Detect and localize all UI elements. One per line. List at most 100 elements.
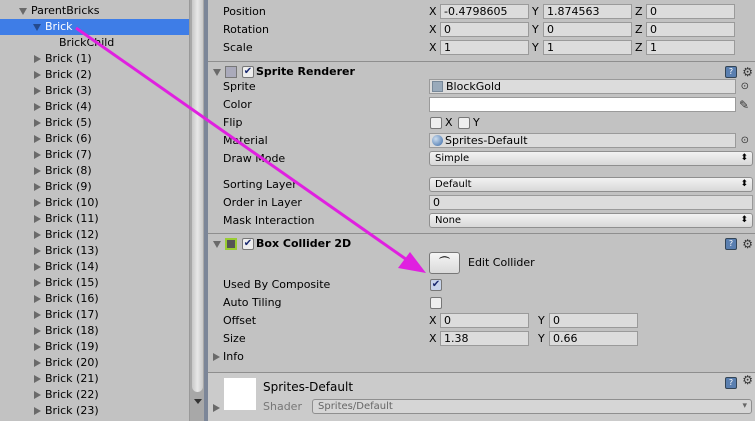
hierarchy-item-parentbricks[interactable]: ParentBricks: [0, 3, 189, 19]
hierarchy-item[interactable]: Brick (22): [0, 387, 189, 403]
expand-arrow-icon[interactable]: [213, 353, 220, 361]
box-collider-header[interactable]: ✔ Box Collider 2D ? ⚙: [208, 233, 755, 253]
offset-y-input[interactable]: 0: [549, 313, 638, 328]
expand-arrow-icon[interactable]: [34, 231, 41, 239]
hierarchy-item[interactable]: Brick (14): [0, 259, 189, 275]
expand-arrow-icon[interactable]: [34, 87, 41, 95]
hierarchy-item[interactable]: Brick (16): [0, 291, 189, 307]
sprite-field[interactable]: BlockGold: [429, 79, 736, 94]
edit-collider-button[interactable]: ⏜: [429, 252, 460, 274]
object-picker-icon[interactable]: ⊙: [741, 132, 749, 150]
position-y-input[interactable]: 1.874563: [543, 4, 632, 19]
field-label: Scale: [223, 41, 253, 54]
eyedropper-icon[interactable]: ✎: [739, 96, 749, 114]
collapse-arrow-icon[interactable]: [213, 241, 221, 248]
rotation-z-input[interactable]: 0: [646, 22, 735, 37]
field-label: Order in Layer: [223, 196, 302, 209]
scroll-down-arrow-icon[interactable]: [194, 399, 202, 404]
sorting-layer-dropdown[interactable]: Default ⬍: [429, 177, 753, 192]
draw-mode-dropdown[interactable]: Simple ⬍: [429, 151, 753, 166]
hierarchy-item[interactable]: Brick (3): [0, 83, 189, 99]
hierarchy-item[interactable]: Brick (20): [0, 355, 189, 371]
hierarchy-item[interactable]: Brick (15): [0, 275, 189, 291]
size-x-input[interactable]: 1.38: [440, 331, 529, 346]
expand-arrow-icon[interactable]: [34, 391, 41, 399]
order-in-layer-input[interactable]: 0: [429, 195, 753, 210]
expand-arrow-icon[interactable]: [33, 24, 41, 31]
flip-x-checkbox[interactable]: [430, 117, 442, 129]
scrollbar-thumb[interactable]: [192, 0, 203, 392]
help-icon[interactable]: ?: [725, 377, 737, 389]
expand-arrow-icon[interactable]: [34, 343, 41, 351]
hierarchy-item[interactable]: Brick (19): [0, 339, 189, 355]
collapse-arrow-icon[interactable]: [213, 69, 221, 76]
hierarchy-item[interactable]: Brick (5): [0, 115, 189, 131]
expand-arrow-icon[interactable]: [34, 199, 41, 207]
mask-interaction-dropdown[interactable]: None ⬍: [429, 213, 753, 228]
expand-arrow-icon[interactable]: [34, 263, 41, 271]
position-z-input[interactable]: 0: [646, 4, 735, 19]
help-icon[interactable]: ?: [725, 66, 737, 78]
expand-arrow-icon[interactable]: [34, 407, 41, 415]
size-y-input[interactable]: 0.66: [549, 331, 638, 346]
hierarchy-item[interactable]: Brick (12): [0, 227, 189, 243]
gear-icon[interactable]: ⚙: [742, 234, 753, 254]
expand-arrow-icon[interactable]: [34, 55, 41, 63]
hierarchy-item-brick-selected[interactable]: Brick: [0, 19, 189, 35]
color-field[interactable]: [429, 97, 736, 112]
hierarchy-item[interactable]: Brick (4): [0, 99, 189, 115]
expand-arrow-icon[interactable]: [34, 135, 41, 143]
hierarchy-item[interactable]: Brick (13): [0, 243, 189, 259]
info-foldout[interactable]: Info: [208, 348, 755, 366]
expand-arrow-icon[interactable]: [34, 183, 41, 191]
position-x-input[interactable]: -0.4798605: [440, 4, 529, 19]
expand-arrow-icon[interactable]: [34, 103, 41, 111]
expand-arrow-icon[interactable]: [34, 295, 41, 303]
hierarchy-item[interactable]: Brick (10): [0, 195, 189, 211]
shader-dropdown[interactable]: Sprites/Default ▾: [312, 399, 752, 414]
scale-z-input[interactable]: 1: [646, 40, 735, 55]
expand-arrow-icon[interactable]: [19, 8, 27, 15]
hierarchy-item[interactable]: Brick (2): [0, 67, 189, 83]
expand-arrow-icon[interactable]: [34, 71, 41, 79]
expand-arrow-icon[interactable]: [34, 247, 41, 255]
hierarchy-item[interactable]: Brick (23): [0, 403, 189, 419]
gear-icon[interactable]: ⚙: [742, 373, 753, 387]
expand-arrow-icon[interactable]: [213, 404, 220, 412]
expand-arrow-icon[interactable]: [34, 151, 41, 159]
hierarchy-item[interactable]: Brick (8): [0, 163, 189, 179]
expand-arrow-icon[interactable]: [34, 119, 41, 127]
hierarchy-item[interactable]: Brick (18): [0, 323, 189, 339]
auto-tiling-checkbox[interactable]: [430, 297, 442, 309]
rotation-y-input[interactable]: 0: [543, 22, 632, 37]
item-label: Brick (23): [45, 404, 99, 417]
hierarchy-item[interactable]: Brick (11): [0, 211, 189, 227]
hierarchy-item[interactable]: Brick (17): [0, 307, 189, 323]
used-by-composite-checkbox[interactable]: ✔: [430, 279, 442, 291]
material-field[interactable]: Sprites-Default: [429, 133, 736, 148]
scale-y-input[interactable]: 1: [543, 40, 632, 55]
sprite-renderer-enabled-checkbox[interactable]: ✔: [242, 66, 254, 78]
rotation-x-input[interactable]: 0: [440, 22, 529, 37]
expand-arrow-icon[interactable]: [34, 359, 41, 367]
hierarchy-item[interactable]: Brick (7): [0, 147, 189, 163]
hierarchy-item[interactable]: Brick (1): [0, 51, 189, 67]
item-label: Brick (11): [45, 212, 99, 225]
expand-arrow-icon[interactable]: [34, 167, 41, 175]
expand-arrow-icon[interactable]: [34, 375, 41, 383]
help-icon[interactable]: ?: [725, 238, 737, 250]
hierarchy-item-brickchild[interactable]: BrickChild: [0, 35, 189, 51]
flip-y-checkbox[interactable]: [458, 117, 470, 129]
hierarchy-scrollbar[interactable]: [189, 0, 204, 421]
offset-x-input[interactable]: 0: [440, 313, 529, 328]
box-collider-enabled-checkbox[interactable]: ✔: [242, 238, 254, 250]
expand-arrow-icon[interactable]: [34, 215, 41, 223]
expand-arrow-icon[interactable]: [34, 311, 41, 319]
expand-arrow-icon[interactable]: [34, 279, 41, 287]
hierarchy-item[interactable]: Brick (21): [0, 371, 189, 387]
hierarchy-item[interactable]: Brick (9): [0, 179, 189, 195]
hierarchy-item[interactable]: Brick (6): [0, 131, 189, 147]
expand-arrow-icon[interactable]: [34, 327, 41, 335]
scale-x-input[interactable]: 1: [440, 40, 529, 55]
object-picker-icon[interactable]: ⊙: [741, 78, 749, 96]
